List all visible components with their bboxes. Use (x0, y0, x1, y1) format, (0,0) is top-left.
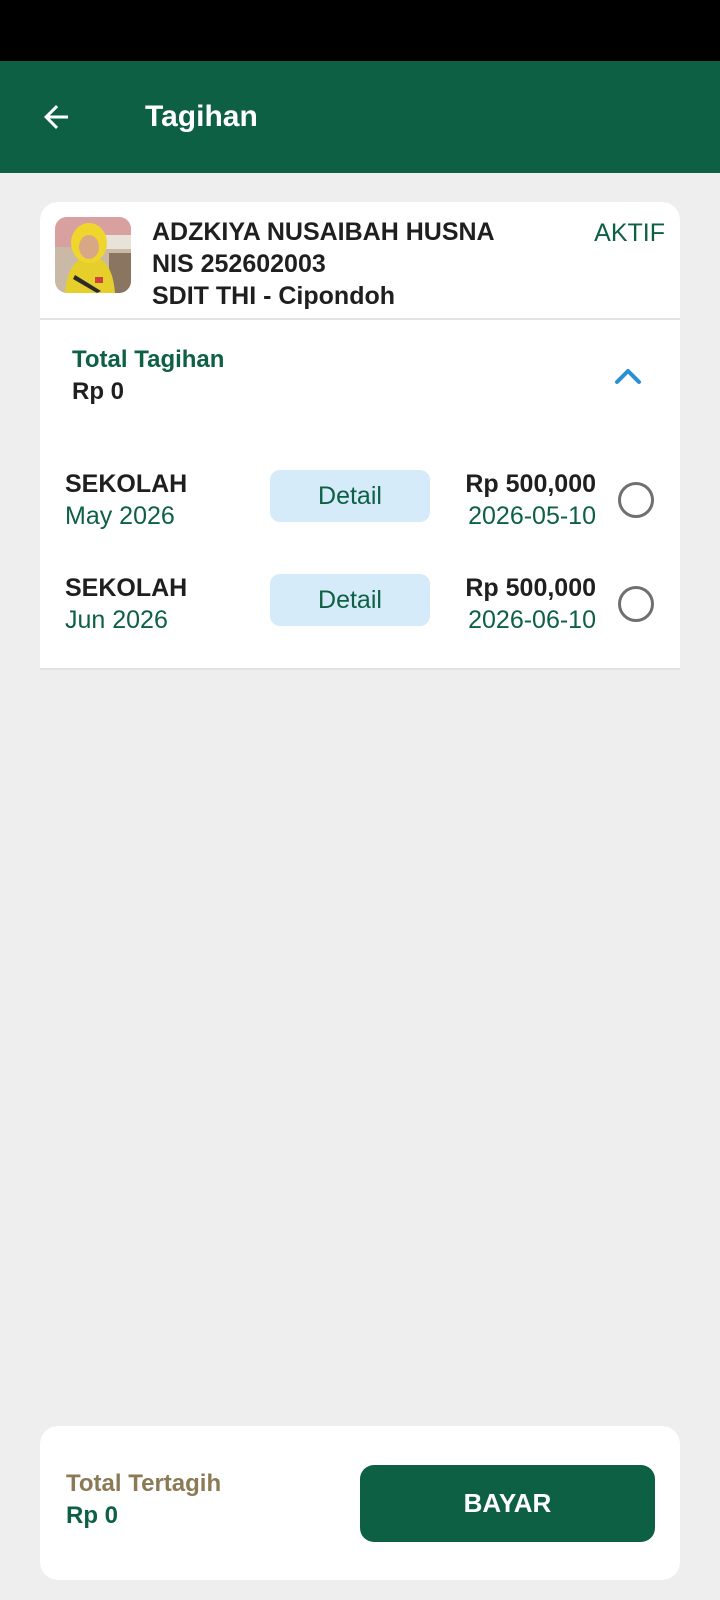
student-name: ADZKIYA NUSAIBAH HUSNA (152, 218, 495, 246)
pay-button[interactable]: BAYAR (360, 1465, 655, 1542)
student-school: SDIT THI - Cipondoh (152, 282, 396, 310)
total-tagihan: Total Tagihan Rp 0 (72, 344, 224, 408)
total-tagihan-label: Total Tagihan (72, 346, 225, 373)
bill-amount-block: Rp 500,000 2026-05-10 (465, 468, 596, 532)
total-tertagih-value: Rp 0 (66, 1502, 119, 1529)
bill-period: May 2026 (65, 502, 175, 530)
total-tertagih-label: Total Tertagih (66, 1470, 222, 1497)
bill-amount: Rp 500,000 (465, 470, 596, 498)
student-nis: NIS 252602003 (152, 250, 326, 278)
back-button[interactable] (28, 89, 84, 145)
total-tertagih: Total Tertagih Rp 0 (66, 1468, 221, 1532)
bill-amount-block: Rp 500,000 2026-06-10 (465, 572, 596, 636)
bill-due-date: 2026-05-10 (468, 502, 596, 530)
payment-footer: Total Tertagih Rp 0 BAYAR (40, 1426, 680, 1580)
student-bill-card: ADZKIYA NUSAIBAH HUSNA NIS 252602003 SDI… (40, 202, 680, 670)
student-header: ADZKIYA NUSAIBAH HUSNA NIS 252602003 SDI… (40, 202, 680, 320)
bill-name: SEKOLAH (65, 574, 188, 602)
bill-row: SEKOLAH Jun 2026 Detail Rp 500,000 2026-… (40, 572, 680, 652)
arrow-left-icon (44, 105, 68, 129)
page-title: Tagihan (145, 100, 258, 133)
bill-select-radio[interactable] (618, 482, 654, 518)
total-tagihan-value: Rp 0 (72, 378, 125, 405)
student-info: ADZKIYA NUSAIBAH HUSNA NIS 252602003 SDI… (152, 216, 495, 312)
bill-name: SEKOLAH (65, 470, 188, 498)
status-bar (0, 0, 720, 61)
bill-info: SEKOLAH Jun 2026 (65, 572, 187, 636)
bill-row: SEKOLAH May 2026 Detail Rp 500,000 2026-… (40, 468, 680, 548)
detail-button[interactable]: Detail (270, 574, 430, 626)
bill-info: SEKOLAH May 2026 (65, 468, 187, 532)
bill-period: Jun 2026 (65, 606, 168, 634)
bill-due-date: 2026-06-10 (468, 606, 596, 634)
app-bar: Tagihan (0, 61, 720, 173)
avatar (55, 217, 131, 293)
collapse-toggle[interactable] (608, 358, 648, 394)
status-badge: AKTIF (594, 219, 665, 247)
detail-button[interactable]: Detail (270, 470, 430, 522)
bill-amount: Rp 500,000 (465, 574, 596, 602)
bill-select-radio[interactable] (618, 586, 654, 622)
chevron-up-icon (615, 369, 641, 384)
